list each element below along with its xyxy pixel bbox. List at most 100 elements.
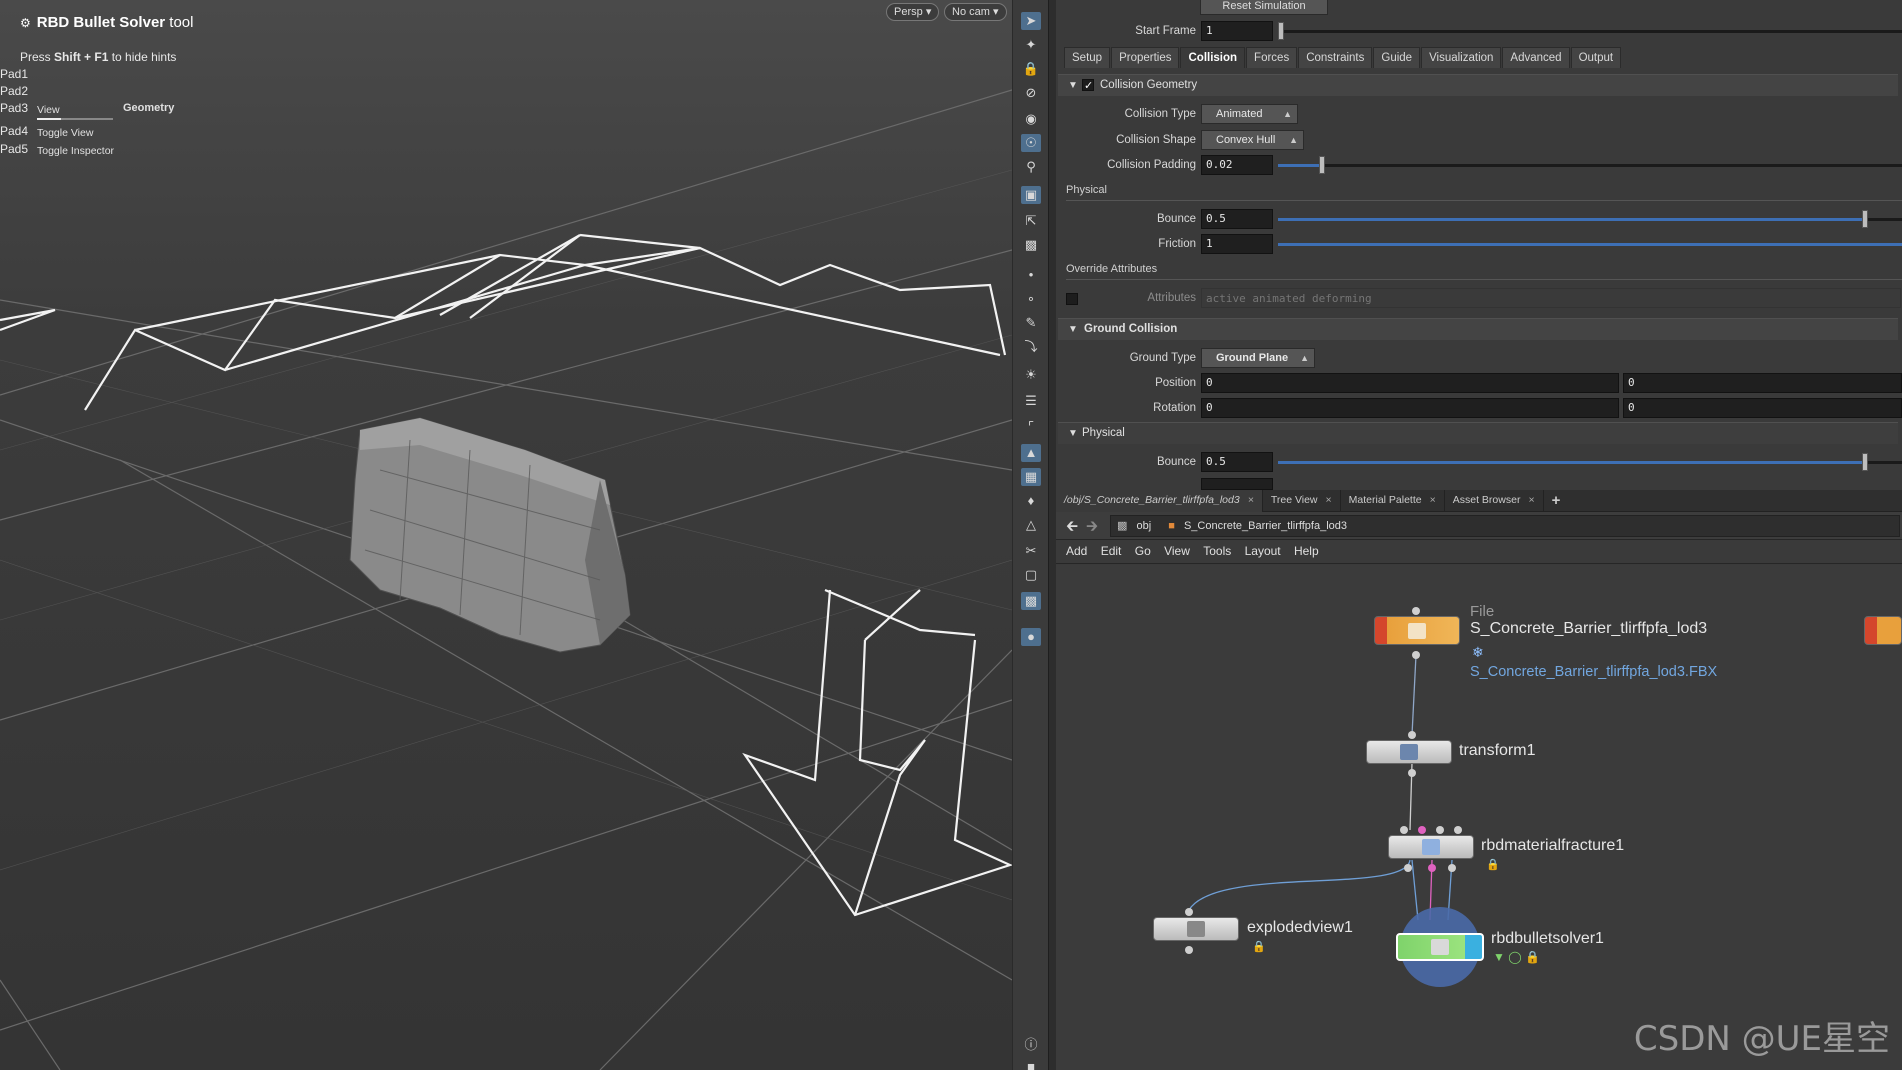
fracture-output-dot-2[interactable] [1428,864,1436,872]
bounce-slider[interactable] [1278,210,1902,228]
friction-field-partial[interactable] [1201,478,1273,490]
shade-icon[interactable]: ▲ [1021,444,1041,462]
cancel-icon[interactable]: ⊘ [1021,84,1041,102]
collision-geometry-section[interactable]: ▼ ✓ Collision Geometry [1058,74,1898,96]
start-frame-slider[interactable] [1278,22,1902,40]
explodedview-input-dot[interactable] [1185,908,1193,916]
add-tab-icon[interactable]: + [1544,490,1569,512]
diamond-icon[interactable]: ♦ [1021,492,1041,510]
rotation-x-field[interactable]: 0 [1201,398,1619,418]
file-node[interactable] [1374,616,1460,645]
rbdbulletsolver-node-label[interactable]: rbdbulletsolver1 [1491,930,1604,948]
friction-slider[interactable] [1278,243,1902,246]
menu-view[interactable]: View [1164,540,1190,563]
fracture-input-dot-4[interactable] [1454,826,1462,834]
layers-icon[interactable]: ☰ [1021,392,1041,410]
ghost-icon[interactable]: △ [1021,516,1041,534]
tab-tree-view[interactable]: Tree View × [1263,490,1341,512]
handle-icon[interactable]: ⤵ [1021,338,1041,356]
bounce-field[interactable]: 0.5 [1201,209,1273,229]
light-icon[interactable]: ☀ [1021,366,1041,384]
collision-padding-slider[interactable] [1278,156,1902,174]
ground-bounce-slider[interactable] [1278,453,1902,471]
status-icon[interactable]: ■ [1021,1058,1041,1070]
offscreen-file-node[interactable] [1864,616,1902,645]
file-node-output-dot[interactable] [1412,651,1420,659]
transform-input-dot[interactable] [1408,731,1416,739]
scissors-icon[interactable]: ✂ [1021,542,1041,560]
move-tool-icon[interactable]: ✦ [1021,36,1041,54]
rbdmaterialfracture-node-label[interactable]: rbdmaterialfracture1 [1481,837,1624,855]
file-node-input-dot[interactable] [1412,607,1420,615]
scene-viewport[interactable]: ⚙ RBD Bullet Solver tool Press Shift + F1… [0,0,1012,1070]
attributes-field[interactable] [1201,288,1901,308]
pane-divider[interactable] [1048,0,1056,1070]
transform-node-label[interactable]: transform1 [1459,742,1535,760]
close-icon[interactable]: × [1248,494,1254,506]
persp-camera-menu[interactable]: Persp ▾ [886,3,940,21]
start-frame-field[interactable]: 1 [1201,21,1273,41]
breadcrumb-obj[interactable]: obj [1136,520,1151,532]
file-path-link[interactable]: S_Concrete_Barrier_tlirffpfa_lod3.FBX [1470,662,1740,683]
tab-network-path[interactable]: /obj/S_Concrete_Barrier_tlirffpfa_lod3 × [1056,490,1263,512]
display-icon[interactable]: ▣ [1021,186,1041,204]
render-icon[interactable]: ▩ [1021,592,1041,610]
collision-geometry-checkbox[interactable]: ✓ [1082,79,1094,92]
transform-output-dot[interactable] [1408,769,1416,777]
fracture-output-dot-3[interactable] [1448,864,1456,872]
breadcrumb-node[interactable]: S_Concrete_Barrier_tlirffpfa_lod3 [1184,520,1347,532]
tab-advanced[interactable]: Advanced [1502,47,1570,68]
close-icon[interactable]: × [1430,494,1436,506]
tab-properties[interactable]: Properties [1111,47,1180,68]
info-icon[interactable]: ⓘ [1021,1036,1041,1054]
camera-icon[interactable]: ▩ [1021,236,1041,254]
position-y-field[interactable]: 0 [1623,373,1902,393]
tab-asset-browser[interactable]: Asset Browser × [1445,490,1544,512]
fracture-input-dot-2[interactable] [1418,826,1426,834]
transform-icon[interactable]: ⇱ [1021,212,1041,230]
tab-visualization[interactable]: Visualization [1421,47,1502,68]
sphere-icon[interactable]: ◉ [1021,110,1041,128]
menu-add[interactable]: Add [1066,540,1087,563]
network-canvas[interactable]: File S_Concrete_Barrier_tlirffpfa_lod3 ❄… [1056,565,1902,1070]
ground-collision-section[interactable]: ▼ Ground Collision [1058,318,1898,340]
rotation-y-field[interactable]: 0 [1623,398,1902,418]
collapse-triangle-icon[interactable]: ▼ [1068,319,1078,340]
fracture-output-dot-1[interactable] [1404,864,1412,872]
tab-forces[interactable]: Forces [1246,47,1298,68]
camera-menu[interactable]: No cam ▾ [944,3,1007,21]
ground-physical-section[interactable]: ▼ Physical [1058,422,1898,444]
snap-icon[interactable]: ☉ [1021,134,1041,152]
rbdbulletsolver-node[interactable] [1396,933,1484,961]
menu-go[interactable]: Go [1135,540,1151,563]
marker-icon[interactable]: ● [1021,628,1041,646]
close-icon[interactable]: × [1528,494,1534,506]
lock-icon[interactable]: 🔒 [1021,60,1041,78]
tab-setup[interactable]: Setup [1064,47,1111,68]
friction-field[interactable]: 1 [1201,234,1273,254]
ground-type-dropdown[interactable]: Ground Plane ▲ [1201,348,1315,368]
ground-bounce-field[interactable]: 0.5 [1201,452,1273,472]
transform-node[interactable] [1366,740,1452,764]
explodedview-node[interactable] [1153,917,1239,941]
tab-collision[interactable]: Collision [1180,47,1246,68]
explodedview-node-label[interactable]: explodedview1 [1247,919,1353,937]
collapse-triangle-icon[interactable]: ▼ [1068,423,1078,444]
point-icon[interactable]: • [1021,266,1041,284]
fracture-input-dot-3[interactable] [1436,826,1444,834]
menu-tools[interactable]: Tools [1203,540,1231,563]
explodedview-output-dot[interactable] [1185,946,1193,954]
position-x-field[interactable]: 0 [1201,373,1619,393]
tab-guide[interactable]: Guide [1373,47,1421,68]
select-tool-icon[interactable]: ➤ [1021,12,1041,30]
menu-edit[interactable]: Edit [1101,540,1122,563]
collision-padding-field[interactable]: 0.02 [1201,155,1273,175]
pen-icon[interactable]: ✎ [1021,314,1041,332]
menu-layout[interactable]: Layout [1245,540,1281,563]
tab-output[interactable]: Output [1570,47,1622,68]
tab-constraints[interactable]: Constraints [1298,47,1373,68]
rbdmaterialfracture-node[interactable] [1388,835,1474,859]
corner-icon[interactable]: ⌜ [1021,418,1041,436]
collision-shape-dropdown[interactable]: Convex Hull ▲ [1201,130,1304,150]
collision-type-dropdown[interactable]: Animated ▲ [1201,104,1298,124]
